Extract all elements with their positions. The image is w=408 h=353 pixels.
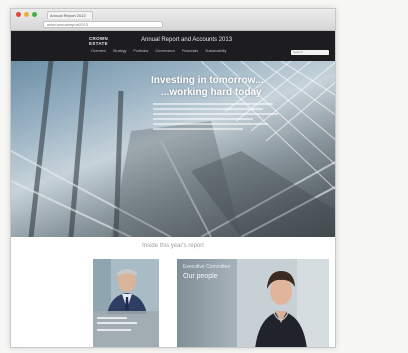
hero-headline: Investing in tomorrow... ...working hard… (151, 75, 263, 99)
address-bar[interactable]: www.annualreport2013 (43, 21, 163, 28)
hero-body-text (153, 103, 283, 133)
minimize-window-icon[interactable] (24, 12, 29, 17)
main-nav: Overview Strategy Portfolios Governance … (91, 49, 226, 53)
card-caption-large: Our people (183, 273, 218, 280)
card-caption-small: Executive Committee (183, 264, 231, 270)
monitor-frame: Annual Report 2013 www.annualreport2013 … (0, 0, 408, 353)
close-window-icon[interactable] (16, 12, 21, 17)
search-input[interactable]: Search (291, 50, 329, 55)
nav-item-overview[interactable]: Overview (91, 49, 106, 53)
nav-item-portfolios[interactable]: Portfolios (133, 49, 148, 53)
feature-card-executive[interactable]: Executive Committee Our people (177, 259, 329, 347)
content-section: Inside this year's report Executive Comm… (11, 237, 335, 347)
nav-item-financials[interactable]: Financials (182, 49, 198, 53)
nav-item-sustainability[interactable]: Sustainability (205, 49, 226, 53)
site-logo[interactable]: CROWN ESTATE (89, 36, 113, 46)
nav-item-governance[interactable]: Governance (155, 49, 175, 53)
hero-banner: Investing in tomorrow... ...working hard… (11, 61, 335, 237)
section-title: Inside this year's report (142, 243, 204, 249)
browser-window: Annual Report 2013 www.annualreport2013 … (10, 8, 336, 348)
window-controls (16, 12, 37, 17)
hero-headline-line2: ...working hard today (161, 87, 262, 98)
hero-headline-line1: Investing in tomorrow... (151, 75, 264, 86)
browser-tab[interactable]: Annual Report 2013 (47, 11, 93, 19)
nav-item-strategy[interactable]: Strategy (113, 49, 126, 53)
feature-card-chairman[interactable] (93, 259, 159, 347)
maximize-window-icon[interactable] (32, 12, 37, 17)
site-header: CROWN ESTATE Annual Report and Accounts … (11, 31, 335, 61)
browser-chrome: Annual Report 2013 www.annualreport2013 (11, 9, 335, 31)
site-title: Annual Report and Accounts 2013 (141, 37, 233, 43)
